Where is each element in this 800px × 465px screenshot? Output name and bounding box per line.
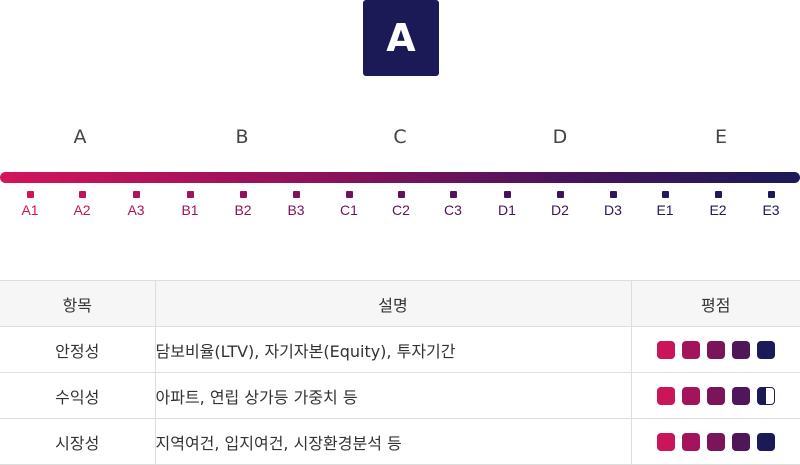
grade-tick-marker <box>239 191 247 198</box>
rating-square-full <box>681 387 700 406</box>
grade-tick-label: E2 <box>709 202 727 218</box>
row-rating <box>630 418 800 465</box>
grade-tick-label: E1 <box>656 202 674 218</box>
grade-tick-marker <box>186 191 194 198</box>
grade-tick-marker <box>714 191 722 198</box>
grade-tick: A2 <box>62 191 102 219</box>
grade-tick: E3 <box>751 191 791 219</box>
column-header-description: 설명 <box>154 280 631 327</box>
rating-squares <box>656 433 775 452</box>
grade-tick: B3 <box>276 191 316 219</box>
grade-tick-label: B1 <box>181 202 199 218</box>
rating-square-full <box>706 387 725 406</box>
grade-badge-label: A <box>386 16 416 60</box>
table-header-row: 항목 설명 평점 <box>0 280 800 327</box>
column-header-rating: 평점 <box>630 280 800 327</box>
row-rating <box>630 372 800 419</box>
grade-tick-marker <box>556 191 564 198</box>
grade-tick-label: B3 <box>287 202 305 218</box>
grade-tick: A3 <box>116 191 156 219</box>
group-label-c: C <box>393 126 407 148</box>
rating-square-full <box>756 341 775 360</box>
grade-tick-label: D2 <box>551 202 569 218</box>
row-description: 아파트, 연립 상가등 가중치 등 <box>154 372 631 419</box>
group-label-a: A <box>73 126 87 148</box>
row-description: 담보비율(LTV), 자기자본(Equity), 투자기간 <box>154 326 631 373</box>
grade-tick: D3 <box>593 191 633 219</box>
grade-tick-label: E3 <box>762 202 780 218</box>
grade-tick-label: C1 <box>340 202 358 218</box>
grade-tick: C2 <box>381 191 421 219</box>
rating-squares <box>656 387 775 406</box>
grade-tick: C3 <box>433 191 473 219</box>
rating-square-full <box>656 433 675 452</box>
group-label-d: D <box>552 126 568 148</box>
column-header-item: 항목 <box>0 280 155 327</box>
grade-tick-label: A2 <box>73 202 91 218</box>
row-item: 수익성 <box>0 372 155 419</box>
grade-tick-label: C2 <box>392 202 410 218</box>
rating-square-full <box>681 341 700 360</box>
row-item: 시장성 <box>0 418 155 465</box>
grade-tick-label: D3 <box>604 202 622 218</box>
group-label-e: E <box>714 126 727 148</box>
grade-tick-marker <box>345 191 353 198</box>
grade-tick-marker <box>397 191 405 198</box>
grade-tick: B1 <box>170 191 210 219</box>
table-row: 수익성 아파트, 연립 상가등 가중치 등 <box>0 372 800 419</box>
grade-tick-label: B2 <box>234 202 252 218</box>
grade-tick: C1 <box>329 191 369 219</box>
grade-tick: B2 <box>223 191 263 219</box>
grade-badge: A <box>363 0 439 76</box>
grade-tick: A1 <box>10 191 50 219</box>
grade-tick-marker <box>661 191 669 198</box>
grade-tick-marker <box>132 191 140 198</box>
rating-square-full <box>656 387 675 406</box>
rating-square-full <box>731 341 750 360</box>
grade-tick-label: A1 <box>21 202 39 218</box>
grade-tick-marker <box>503 191 511 198</box>
rating-square-full <box>681 433 700 452</box>
row-rating <box>630 326 800 373</box>
grade-tick: D2 <box>540 191 580 219</box>
row-item: 안정성 <box>0 326 155 373</box>
rating-square-full <box>756 433 775 452</box>
rating-criteria-table: 항목 설명 평점 안정성 담보비율(LTV), 자기자본(Equity), 투자… <box>0 280 800 465</box>
grade-tick-label: D1 <box>498 202 516 218</box>
rating-square-full <box>731 433 750 452</box>
grade-tick-marker <box>292 191 300 198</box>
table-row: 시장성 지역여건, 입지여건, 시장환경분석 등 <box>0 418 800 465</box>
rating-square-full <box>656 341 675 360</box>
grade-tick-label: C3 <box>444 202 462 218</box>
grade-scale-bar <box>0 172 800 183</box>
grade-tick-marker <box>767 191 775 198</box>
grade-tick-marker <box>449 191 457 198</box>
rating-square-half <box>756 387 775 406</box>
rating-square-full <box>731 387 750 406</box>
row-description: 지역여건, 입지여건, 시장환경분석 등 <box>154 418 631 465</box>
grade-tick: E1 <box>645 191 685 219</box>
grade-tick-label: A3 <box>127 202 145 218</box>
grade-tick-marker <box>26 191 34 198</box>
grade-tick: E2 <box>698 191 738 219</box>
rating-squares <box>656 341 775 360</box>
grade-tick: D1 <box>487 191 527 219</box>
grade-tick-marker <box>609 191 617 198</box>
rating-square-full <box>706 341 725 360</box>
table-row: 안정성 담보비율(LTV), 자기자본(Equity), 투자기간 <box>0 326 800 373</box>
rating-square-full <box>706 433 725 452</box>
group-label-b: B <box>235 126 249 148</box>
grade-tick-marker <box>78 191 86 198</box>
